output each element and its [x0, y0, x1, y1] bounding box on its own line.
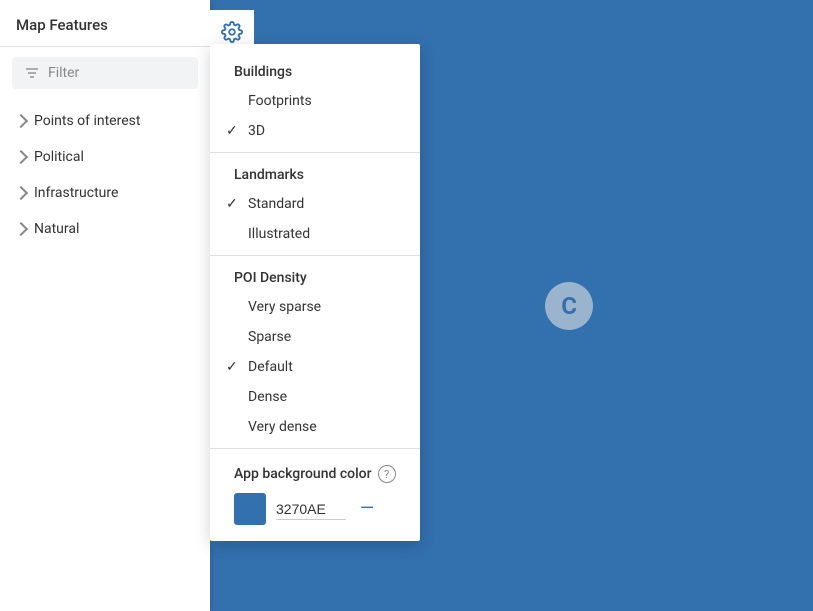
- sidebar-title: Map Features: [0, 0, 210, 47]
- dropdown-item-standard[interactable]: ✓ Standard: [210, 189, 420, 219]
- sidebar-item-label: Political: [34, 149, 84, 165]
- sidebar-item-natural[interactable]: Natural: [0, 211, 210, 247]
- 3d-label: 3D: [248, 123, 265, 139]
- filter-icon: [24, 65, 40, 81]
- very-dense-label: Very dense: [248, 419, 317, 435]
- map-loading-spinner: C: [545, 282, 593, 330]
- dense-label: Dense: [248, 389, 287, 405]
- landmarks-section-title: Landmarks: [210, 159, 420, 189]
- poi-density-section-title: POI Density: [210, 262, 420, 292]
- chevron-right-icon: [14, 222, 28, 236]
- very-sparse-label: Very sparse: [248, 299, 321, 315]
- sidebar-items-list: Points of interest Political Infrastruct…: [0, 99, 210, 251]
- divider-2: [210, 255, 420, 256]
- chevron-right-icon: [14, 114, 28, 128]
- dropdown-item-very-dense[interactable]: Very dense: [210, 412, 420, 442]
- dropdown-item-dense[interactable]: Dense: [210, 382, 420, 412]
- sidebar-item-poi[interactable]: Points of interest: [0, 103, 210, 139]
- spinner-letter: C: [561, 292, 577, 320]
- app-bg-title: App background color: [234, 466, 372, 482]
- sparse-label: Sparse: [248, 329, 291, 345]
- filter-placeholder: Filter: [48, 65, 79, 81]
- color-swatch[interactable]: [234, 493, 266, 525]
- dropdown-item-footprints[interactable]: Footprints: [210, 86, 420, 116]
- chevron-right-icon: [14, 150, 28, 164]
- divider-1: [210, 152, 420, 153]
- divider-3: [210, 448, 420, 449]
- color-clear-button[interactable]: —: [360, 500, 374, 518]
- sidebar-item-label: Natural: [34, 221, 79, 237]
- illustrated-label: Illustrated: [248, 226, 310, 242]
- app-bg-section: App background color ? —: [210, 455, 420, 525]
- chevron-right-icon: [14, 186, 28, 200]
- check-icon-standard: ✓: [226, 196, 238, 212]
- help-icon-label: ?: [384, 468, 389, 481]
- gear-icon: [221, 21, 243, 43]
- dropdown-item-very-sparse[interactable]: Very sparse: [210, 292, 420, 322]
- app-bg-title-row: App background color ?: [234, 465, 396, 483]
- buildings-section-title: Buildings: [210, 56, 420, 86]
- help-icon[interactable]: ?: [378, 465, 396, 483]
- filter-input[interactable]: Filter: [12, 57, 198, 89]
- check-icon-3d: ✓: [226, 123, 238, 139]
- sidebar-item-political[interactable]: Political: [0, 139, 210, 175]
- footprints-label: Footprints: [248, 93, 312, 109]
- sidebar-item-label: Points of interest: [34, 113, 140, 129]
- sidebar-item-infrastructure[interactable]: Infrastructure: [0, 175, 210, 211]
- dropdown-item-illustrated[interactable]: Illustrated: [210, 219, 420, 249]
- default-label: Default: [248, 359, 293, 375]
- sidebar-item-label: Infrastructure: [34, 185, 118, 201]
- sidebar: Map Features Filter Points of interest P…: [0, 0, 210, 611]
- dropdown-item-sparse[interactable]: Sparse: [210, 322, 420, 352]
- dropdown-item-3d[interactable]: ✓ 3D: [210, 116, 420, 146]
- dropdown-item-default[interactable]: ✓ Default: [210, 352, 420, 382]
- standard-label: Standard: [248, 196, 304, 212]
- dropdown-panel: Buildings Footprints ✓ 3D Landmarks ✓ St…: [210, 44, 420, 541]
- color-input[interactable]: [276, 499, 346, 520]
- check-icon-default: ✓: [226, 359, 238, 375]
- color-row: —: [234, 493, 396, 525]
